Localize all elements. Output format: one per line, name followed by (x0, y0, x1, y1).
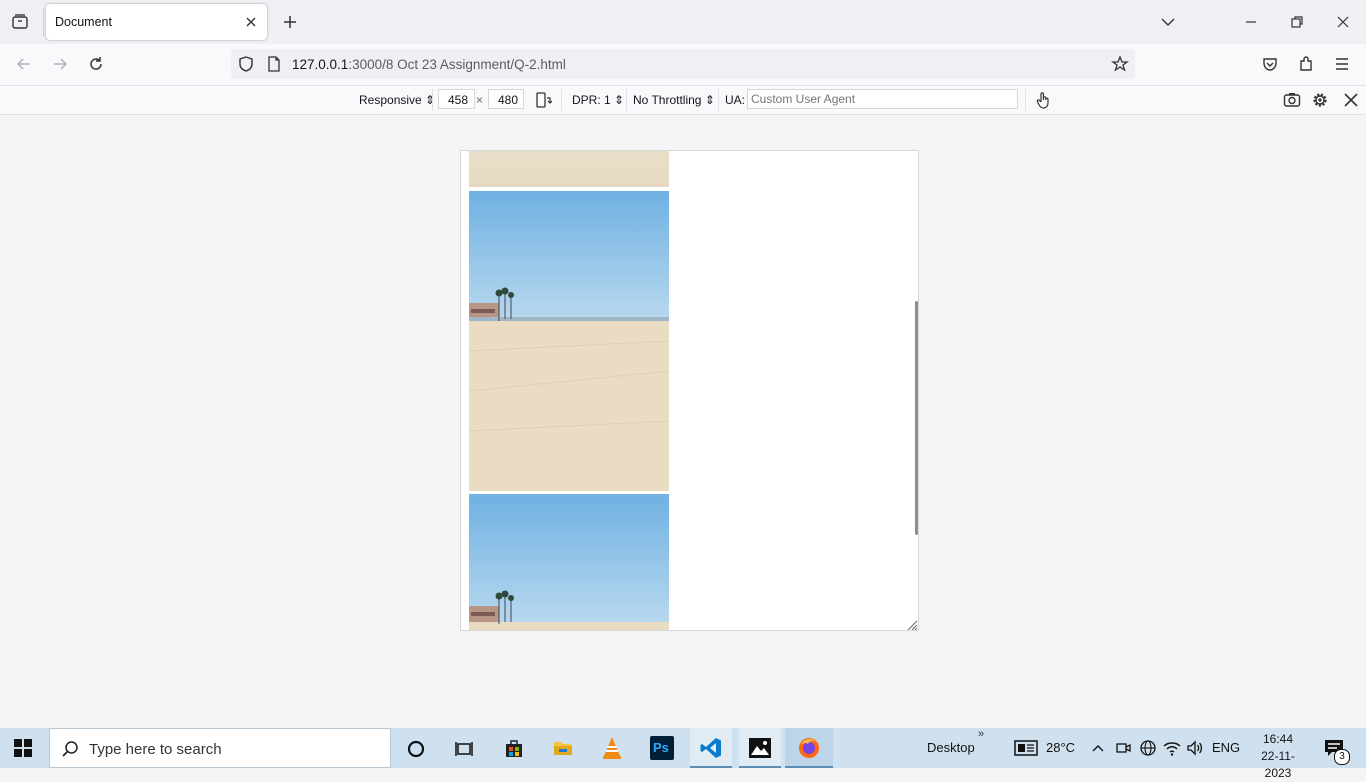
settings-icon[interactable] (1310, 90, 1330, 110)
file-explorer-icon[interactable] (552, 737, 574, 759)
photos-icon (748, 737, 772, 759)
temperature[interactable]: 28°C (1046, 740, 1075, 755)
vscode-taskbar-item[interactable] (690, 728, 732, 768)
navigation-bar: 127.0.0.1:3000/8 Oct 23 Assignment/Q-2.h… (0, 44, 1366, 86)
user-agent-input[interactable] (747, 89, 1018, 109)
clock-time: 16:44 (1262, 732, 1294, 746)
shield-icon[interactable] (236, 54, 256, 74)
news-icon[interactable] (1014, 739, 1038, 757)
close-icon[interactable] (1333, 12, 1353, 32)
dpr-selector[interactable]: DPR: 1 ⇕ (572, 93, 624, 107)
responsive-design-toolbar: Responsive ⇕ 458 × 480 DPR: 1 ⇕ No Throt… (0, 86, 1366, 115)
dimension-separator: × (476, 93, 484, 107)
divider (561, 89, 562, 111)
divider (626, 89, 627, 111)
scrollbar-thumb[interactable] (915, 301, 918, 535)
divider (1025, 89, 1026, 111)
viewport-height-input[interactable]: 480 (488, 89, 524, 109)
touch-icon[interactable] (1033, 90, 1053, 110)
minimize-icon[interactable] (1241, 12, 1261, 32)
search-icon (61, 740, 79, 758)
device-selector[interactable]: Responsive ⇕ (359, 93, 435, 107)
close-icon[interactable] (1341, 90, 1361, 110)
url-text[interactable]: 127.0.0.1:3000/8 Oct 23 Assignment/Q-2.h… (292, 57, 566, 72)
restore-icon[interactable] (1287, 12, 1307, 32)
extensions-icon[interactable] (1296, 54, 1316, 74)
notification-count-badge: 3 (1334, 749, 1350, 765)
cortana-icon[interactable] (406, 739, 426, 759)
clock-date: 22-11-2023 (1261, 749, 1295, 780)
vlc-icon[interactable] (601, 736, 623, 760)
tab-list-icon[interactable] (10, 12, 30, 32)
toolbar-chevron-icon[interactable]: » (978, 728, 984, 740)
search-placeholder: Type here to search (89, 741, 222, 758)
beach-image (469, 191, 669, 491)
input-language[interactable]: ENG (1212, 740, 1240, 755)
photos-taskbar-item[interactable] (739, 728, 781, 768)
tab-strip: Document (0, 0, 1366, 44)
globe-icon[interactable] (1139, 739, 1157, 757)
tab-document[interactable]: Document (46, 4, 267, 40)
clock[interactable]: 16:44 22-11-2023 (1248, 731, 1308, 782)
desktop-toolbar-label[interactable]: Desktop (927, 740, 975, 755)
menu-icon[interactable] (1332, 54, 1352, 74)
page-icon[interactable] (264, 54, 284, 74)
divider (432, 89, 433, 111)
firefox-taskbar-item[interactable] (785, 728, 833, 768)
tabs-dropdown-icon[interactable] (1158, 12, 1178, 32)
beach-image (469, 494, 669, 630)
pocket-icon[interactable] (1260, 54, 1280, 74)
close-icon[interactable] (242, 13, 260, 31)
reload-icon[interactable] (86, 54, 106, 74)
rotate-icon[interactable] (533, 90, 553, 110)
url-host: 127.0.0.1 (292, 57, 349, 72)
task-view-icon[interactable] (454, 739, 474, 759)
url-path: :3000/8 Oct 23 Assignment/Q-2.html (348, 57, 566, 72)
photoshop-icon[interactable]: Ps (650, 736, 674, 760)
screenshot-icon[interactable] (1282, 90, 1302, 110)
beach-image (469, 151, 669, 187)
meet-now-icon[interactable] (1115, 740, 1131, 756)
divider (43, 8, 44, 36)
vscode-icon (699, 736, 723, 760)
ua-label: UA: (725, 93, 746, 107)
tab-title: Document (55, 15, 112, 29)
responsive-viewport[interactable] (460, 150, 919, 631)
chevron-up-icon[interactable] (1090, 740, 1106, 756)
windows-start-icon[interactable] (14, 739, 32, 757)
viewport-width-input[interactable]: 458 (438, 89, 475, 109)
resize-handle-icon[interactable] (906, 619, 918, 630)
forward-icon[interactable] (50, 54, 70, 74)
firefox-icon (797, 736, 821, 760)
taskbar-search[interactable]: Type here to search (49, 728, 391, 768)
throttling-selector[interactable]: No Throttling ⇕ (633, 93, 715, 107)
new-tab-icon[interactable] (280, 12, 300, 32)
wifi-icon[interactable] (1162, 739, 1182, 757)
divider (718, 89, 719, 111)
volume-icon[interactable] (1186, 739, 1204, 757)
back-icon[interactable] (14, 54, 34, 74)
star-icon[interactable] (1110, 54, 1130, 74)
url-bar[interactable]: 127.0.0.1:3000/8 Oct 23 Assignment/Q-2.h… (231, 49, 1135, 79)
store-icon[interactable] (503, 737, 525, 759)
taskbar: Type here to search Ps Desktop » 28°C EN… (0, 728, 1366, 780)
